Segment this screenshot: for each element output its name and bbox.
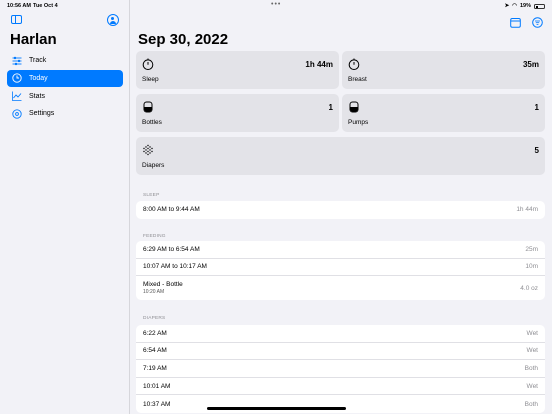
battery-percent: 19% — [519, 3, 531, 9]
row-stack: Mixed - Bottle 10:20 AM — [143, 281, 183, 295]
sidebar-item-label: Today — [29, 74, 48, 82]
card-value: 1h 44m — [305, 60, 333, 69]
row-type: Both — [524, 400, 538, 408]
sidebar-item-track[interactable]: Track — [7, 52, 123, 69]
card-label: Diapers — [142, 162, 165, 169]
card-value: 5 — [534, 146, 539, 155]
sidebar-item-today[interactable]: Today — [7, 69, 123, 87]
battery-icon — [534, 3, 545, 9]
summary-card-pumps[interactable]: 1 Pumps — [342, 94, 545, 132]
row-subtime: 10:20 AM — [143, 289, 165, 296]
diaper-row[interactable]: 7:19 AM Both — [136, 360, 545, 378]
sidebar: Harlan Track Today Stats Settings — [0, 0, 130, 414]
bottle-icon — [349, 101, 359, 113]
status-right: ➤ ◠ 19% — [505, 3, 545, 9]
page-title: Sep 30, 2022 — [138, 31, 229, 48]
status-time: 10:56 AM — [7, 3, 31, 9]
status-bar: 10:56 AM Tue Oct 4 ••• ➤ ◠ 19% — [0, 0, 552, 12]
bottle-icon — [143, 101, 153, 113]
row-duration: 10m — [525, 263, 538, 271]
section-header-feeding: FEEDING — [143, 234, 166, 239]
filter-icon[interactable] — [532, 15, 543, 28]
timer-icon — [348, 58, 360, 70]
wifi-icon: ◠ — [512, 3, 517, 9]
row-feed-type: Mixed - Bottle — [143, 281, 183, 289]
multitasking-dots[interactable]: ••• — [271, 1, 281, 8]
sidebar-title: Harlan — [10, 31, 57, 48]
row-type: Both — [524, 364, 538, 372]
summary-card-bottles[interactable]: 1 Bottles — [136, 94, 339, 132]
sidebar-item-settings[interactable]: Settings — [7, 105, 123, 122]
clock-icon — [11, 73, 22, 84]
row-duration: 25m — [525, 245, 538, 253]
diaper-row[interactable]: 10:01 AM Wet — [136, 378, 545, 396]
sidebar-item-stats[interactable]: Stats — [7, 88, 123, 105]
row-amount: 4.0 oz — [520, 284, 538, 292]
row-type: Wet — [526, 382, 538, 390]
card-label: Bottles — [142, 119, 162, 126]
calendar-icon[interactable] — [510, 15, 521, 28]
sidebar-item-label: Stats — [29, 92, 45, 100]
feeding-row[interactable]: 10:07 AM to 10:17 AM 10m — [136, 259, 545, 277]
chart-line-icon — [11, 91, 22, 102]
feeding-list: 6:29 AM to 6:54 AM 25m 10:07 AM to 10:17… — [136, 241, 545, 301]
main-content: Sep 30, 2022 1h 44m Sleep 35m Breast 1 B… — [130, 0, 552, 414]
summary-card-sleep[interactable]: 1h 44m Sleep — [136, 51, 339, 89]
row-time: 6:54 AM — [143, 347, 167, 355]
row-duration: 1h 44m — [516, 206, 538, 214]
row-type: Wet — [526, 329, 538, 337]
summary-card-diapers[interactable]: 5 Diapers — [136, 137, 545, 175]
summary-card-breast[interactable]: 35m Breast — [342, 51, 545, 89]
diaper-row[interactable]: 6:54 AM Wet — [136, 343, 545, 361]
diapers-list: 6:22 AM Wet 6:54 AM Wet 7:19 AM Both 10:… — [136, 325, 545, 413]
diaper-row[interactable]: 6:22 AM Wet — [136, 325, 545, 343]
row-time-range: 6:29 AM to 6:54 AM — [143, 245, 200, 253]
sidebar-item-label: Settings — [29, 110, 55, 118]
home-indicator[interactable] — [207, 407, 346, 410]
row-time-range: 10:07 AM to 10:17 AM — [143, 263, 207, 271]
card-value: 1 — [534, 103, 539, 112]
row-time-range: 8:00 AM to 9:44 AM — [143, 206, 200, 214]
card-label: Sleep — [142, 76, 159, 83]
row-type: Wet — [526, 347, 538, 355]
sleep-row[interactable]: 8:00 AM to 9:44 AM 1h 44m — [136, 201, 545, 219]
row-time: 10:37 AM — [143, 400, 171, 408]
location-icon: ➤ — [504, 3, 510, 9]
diaper-row[interactable]: 10:37 AM Both — [136, 395, 545, 413]
row-time: 7:19 AM — [143, 364, 167, 372]
sidebar-toggle-icon[interactable] — [11, 15, 22, 24]
sleep-list: 8:00 AM to 9:44 AM 1h 44m — [136, 201, 545, 219]
feeding-row[interactable]: Mixed - Bottle 10:20 AM 4.0 oz — [136, 276, 545, 300]
row-time: 10:01 AM — [143, 382, 171, 390]
row-time: 6:22 AM — [143, 329, 167, 337]
card-label: Breast — [348, 76, 367, 83]
section-header-sleep: SLEEP — [143, 193, 160, 198]
section-header-diapers: DIAPERS — [143, 316, 166, 321]
diaper-dots-icon — [143, 144, 153, 156]
profile-icon[interactable] — [107, 14, 119, 26]
toolbar — [510, 15, 543, 28]
card-value: 35m — [522, 60, 539, 69]
status-date: Tue Oct 4 — [33, 3, 58, 9]
timer-icon — [142, 58, 154, 70]
card-label: Pumps — [348, 119, 369, 126]
sidebar-nav: Track Today Stats Settings — [7, 52, 123, 123]
card-value: 1 — [328, 103, 333, 112]
sidebar-item-label: Track — [29, 57, 47, 64]
feeding-row[interactable]: 6:29 AM to 6:54 AM 25m — [136, 241, 545, 259]
gear-icon — [11, 108, 22, 119]
sliders-icon — [11, 55, 22, 66]
